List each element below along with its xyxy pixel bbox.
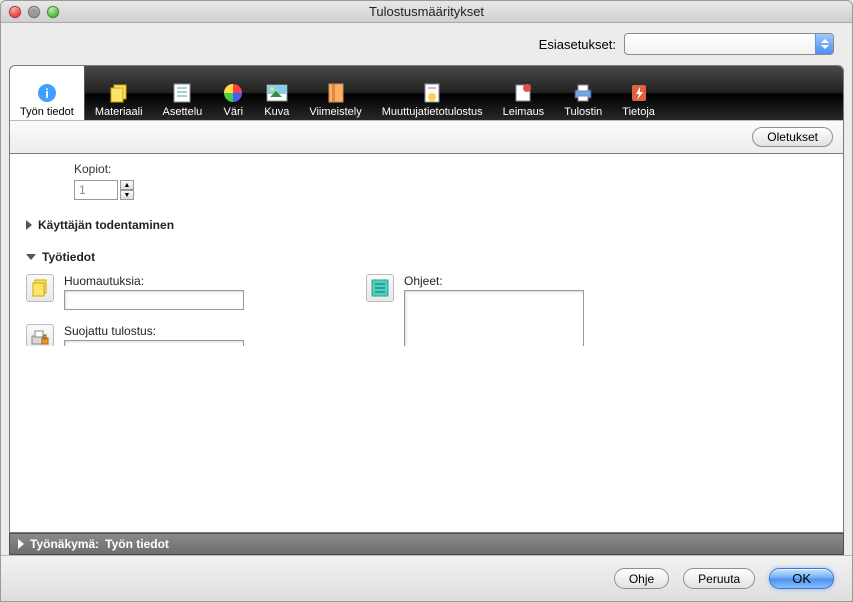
preset-select[interactable] [624, 33, 834, 55]
notes-input[interactable] [64, 290, 244, 310]
notes-field: Huomautuksia: [26, 274, 336, 310]
tab-label: Viimeistely [309, 106, 361, 118]
defaults-row: Oletukset [10, 120, 843, 153]
notes-label: Huomautuksia: [64, 274, 336, 288]
tab-printer[interactable]: Tulostin [554, 66, 612, 120]
tab-label: Muuttujatietotulostus [382, 106, 483, 118]
job-view-bar[interactable]: Työnäkymä: Työn tiedot [9, 533, 844, 555]
secure-print-icon [26, 324, 54, 346]
section-title: Työtiedot [42, 250, 95, 264]
preset-row: Esiasetukset: [1, 23, 852, 65]
content-panel: Kopiot: ▲ ▼ Käyttäjän todentaminen Työti… [9, 154, 844, 346]
disclosure-triangle-icon [26, 220, 32, 230]
toolbar: i Työn tiedot Materiaali Asettelu [10, 66, 843, 120]
tab-finishing[interactable]: Viimeistely [299, 66, 371, 120]
footer: Ohje Peruuta OK [1, 555, 852, 601]
color-wheel-icon [222, 82, 244, 104]
copies-step-up[interactable]: ▲ [120, 180, 134, 190]
section-title: Käyttäjän todentaminen [38, 218, 174, 232]
tab-label: Työn tiedot [20, 106, 74, 118]
lightning-icon [628, 82, 650, 104]
right-column: Ohjeet: Tilin salasana: [366, 274, 827, 346]
tab-label: Leimaus [503, 106, 545, 118]
cancel-button[interactable]: Peruuta [683, 568, 755, 589]
titlebar: Tulostusmääritykset [1, 1, 852, 23]
preset-label: Esiasetukset: [539, 37, 616, 52]
job-view-value: Työn tiedot [105, 537, 169, 551]
section-user-auth[interactable]: Käyttäjän todentaminen [26, 218, 827, 232]
tab-label: Väri [223, 106, 243, 118]
tab-stamping[interactable]: Leimaus [493, 66, 555, 120]
document-data-icon [421, 82, 443, 104]
disclosure-triangle-icon [26, 254, 36, 260]
window-title: Tulostusmääritykset [1, 4, 852, 19]
instructions-field: Ohjeet: [366, 274, 827, 346]
paper-stack-icon [108, 82, 130, 104]
tab-label: Kuva [264, 106, 289, 118]
instructions-textarea[interactable] [404, 290, 584, 346]
tab-label: Asettelu [163, 106, 203, 118]
tab-layout[interactable]: Asettelu [153, 66, 213, 120]
tab-color[interactable]: Väri [212, 66, 254, 120]
tab-vdp[interactable]: Muuttujatietotulostus [372, 66, 493, 120]
booklet-icon [325, 82, 347, 104]
left-column: Huomautuksia: Suojattu tulostus: [26, 274, 336, 346]
print-settings-window: Tulostusmääritykset Esiasetukset: i Työn… [0, 0, 853, 602]
content-filler [9, 346, 844, 533]
copies-spinbox: ▲ ▼ [74, 180, 827, 200]
ok-button[interactable]: OK [769, 568, 834, 589]
copies-block: Kopiot: ▲ ▼ [74, 162, 827, 200]
copies-label: Kopiot: [74, 162, 827, 176]
stamp-icon [512, 82, 534, 104]
copies-step-down[interactable]: ▼ [120, 190, 134, 200]
svg-text:i: i [45, 86, 49, 101]
notes-icon [26, 274, 54, 302]
job-view-prefix: Työnäkymä: [30, 537, 99, 551]
info-icon: i [36, 82, 58, 104]
secure-print-label: Suojattu tulostus: [64, 324, 336, 338]
copies-input[interactable] [74, 180, 118, 200]
tab-job-info[interactable]: i Työn tiedot [10, 66, 85, 120]
tab-label: Tulostin [564, 106, 602, 118]
toolbar-container: i Työn tiedot Materiaali Asettelu [9, 65, 844, 154]
secure-print-field: Suojattu tulostus: [26, 324, 336, 346]
chevron-updown-icon [815, 34, 833, 54]
tab-image[interactable]: Kuva [254, 66, 299, 120]
job-info-fields: Huomautuksia: Suojattu tulostus: [26, 274, 827, 346]
disclosure-triangle-icon [18, 539, 24, 549]
tab-label: Materiaali [95, 106, 143, 118]
instructions-label: Ohjeet: [404, 274, 827, 288]
tab-material[interactable]: Materiaali [85, 66, 153, 120]
tab-about[interactable]: Tietoja [612, 66, 665, 120]
tab-label: Tietoja [622, 106, 655, 118]
printer-icon [572, 82, 594, 104]
instructions-icon [366, 274, 394, 302]
help-button[interactable]: Ohje [614, 568, 669, 589]
section-job-info[interactable]: Työtiedot [26, 250, 827, 264]
image-icon [266, 82, 288, 104]
layout-icon [171, 82, 193, 104]
defaults-button[interactable]: Oletukset [752, 127, 833, 147]
